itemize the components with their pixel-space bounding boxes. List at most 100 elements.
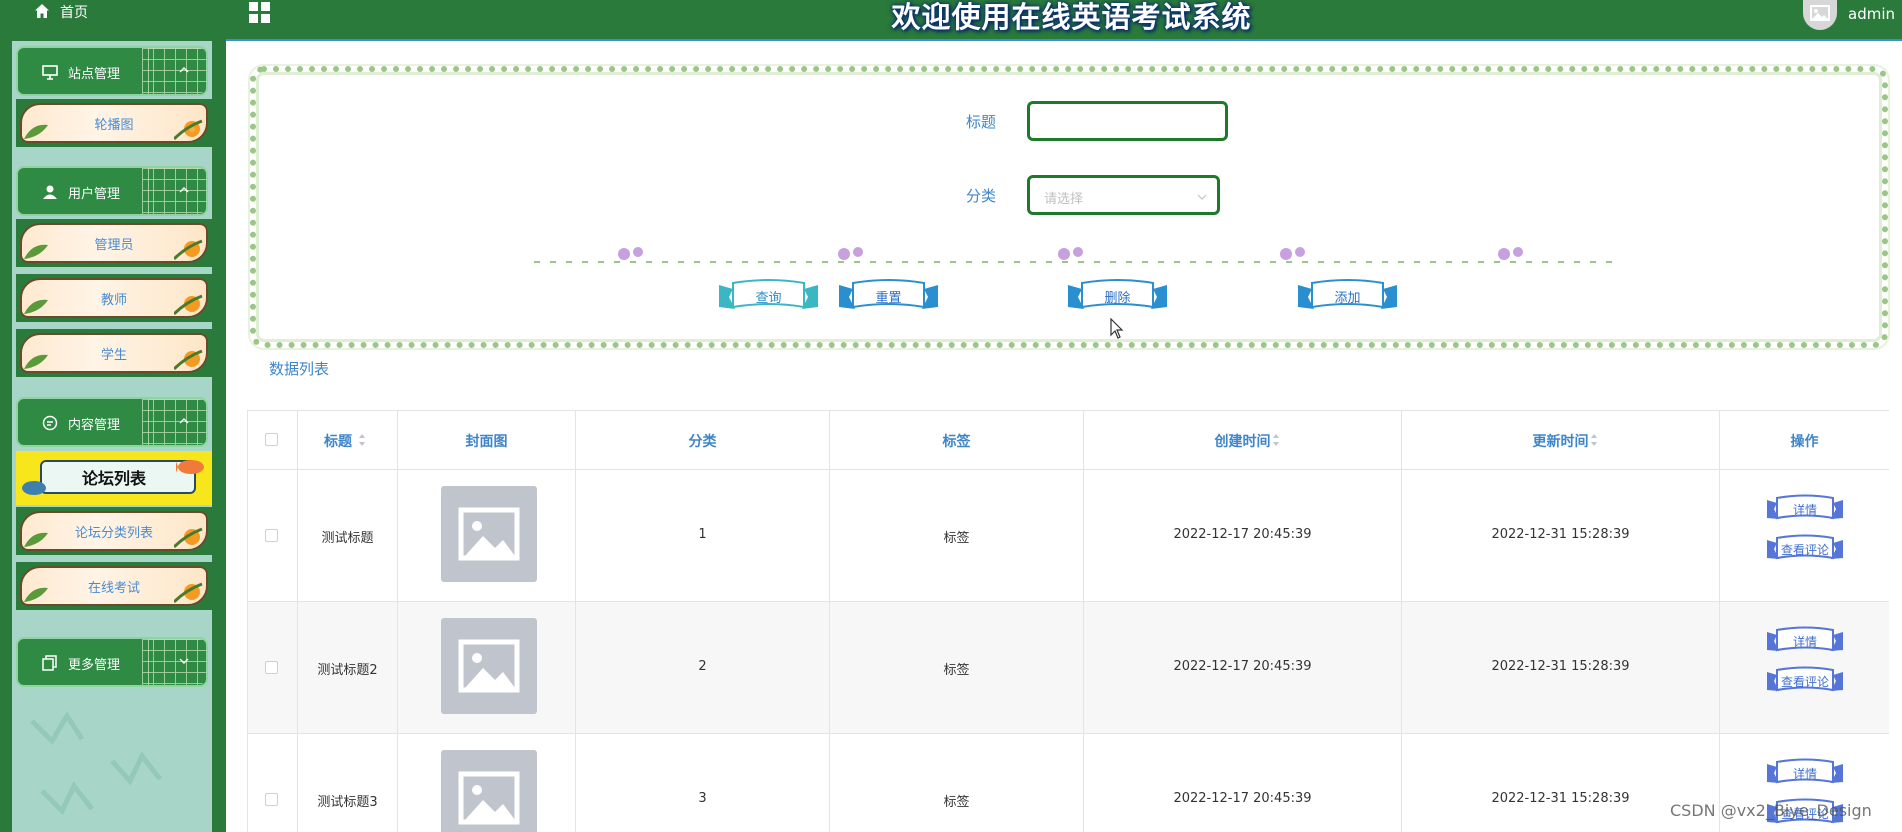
row-title: 测试标题3 bbox=[317, 795, 378, 810]
view-comments-button[interactable]: 查看评论 bbox=[1767, 666, 1843, 696]
flower-border-decoration bbox=[534, 247, 1616, 263]
table-row: 测试标题2 2 标签 2022-12-17 20:45:39 2022-12-3… bbox=[248, 602, 1889, 734]
sidebar-group-label: 内容管理 bbox=[68, 418, 121, 433]
title-search-input[interactable] bbox=[1027, 101, 1228, 141]
table-row: 测试标题 1 标签 2022-12-17 20:45:39 2022-12-31… bbox=[248, 470, 1889, 602]
tag-cell: 标签 bbox=[830, 734, 1084, 832]
updated-cell: 2022-12-31 15:28:39 bbox=[1402, 602, 1720, 734]
actions-cell: 详情 查看评论 bbox=[1720, 470, 1889, 602]
sidebar-item-forum-list[interactable]: 论坛列表 bbox=[16, 451, 212, 505]
message-icon bbox=[42, 415, 58, 431]
column-updated-label: 更新时间 bbox=[1532, 434, 1589, 450]
sidebar-group-site[interactable]: 站点管理 bbox=[16, 46, 208, 96]
top-header: 首页 欢迎使用在线英语考试系统 admin bbox=[0, 0, 1902, 41]
column-header-updated[interactable]: 更新时间 bbox=[1402, 411, 1720, 470]
cover-image[interactable] bbox=[441, 486, 537, 582]
image-placeholder-icon bbox=[458, 639, 520, 693]
sidebar-item-teacher[interactable]: 教师 bbox=[16, 274, 212, 322]
column-header-actions: 操作 bbox=[1720, 411, 1889, 470]
decorative-wave bbox=[30, 711, 162, 816]
detail-label: 详情 bbox=[1792, 635, 1817, 649]
sidebar-item-label: 学生 bbox=[100, 348, 127, 363]
view-comments-button[interactable]: 查看评论 bbox=[1767, 534, 1843, 564]
detail-button[interactable]: 详情 bbox=[1767, 494, 1843, 524]
query-label: 查询 bbox=[755, 291, 782, 306]
detail-label: 详情 bbox=[1792, 503, 1817, 517]
title-field-label: 标题 bbox=[966, 113, 997, 131]
image-placeholder-icon bbox=[458, 771, 520, 825]
sidebar-group-content[interactable]: 内容管理 bbox=[16, 397, 208, 447]
row-checkbox-cell bbox=[248, 470, 298, 602]
sidebar-item-online-exam[interactable]: 在线考试 bbox=[16, 562, 212, 610]
created-cell: 2022-12-17 20:45:39 bbox=[1084, 602, 1402, 734]
row-tag: 标签 bbox=[943, 663, 970, 678]
category-cell: 2 bbox=[576, 602, 830, 734]
table-row: 测试标题3 3 标签 2022-12-17 20:45:39 2022-12-3… bbox=[248, 734, 1889, 832]
sidebar-group-label: 用户管理 bbox=[68, 187, 121, 202]
reset-button[interactable]: 重置 bbox=[839, 277, 938, 315]
column-header-created[interactable]: 创建时间 bbox=[1084, 411, 1402, 470]
cover-cell bbox=[398, 734, 576, 832]
delete-button[interactable]: 删除 bbox=[1068, 277, 1167, 315]
row-title: 测试标题 bbox=[321, 531, 374, 546]
monitor-icon bbox=[42, 65, 58, 80]
detail-button[interactable]: 详情 bbox=[1767, 758, 1843, 788]
detail-button[interactable]: 详情 bbox=[1767, 626, 1843, 656]
reset-label: 重置 bbox=[875, 291, 902, 306]
select-all-checkbox[interactable] bbox=[265, 433, 278, 446]
cover-cell bbox=[398, 470, 576, 602]
data-list-title: 数据列表 bbox=[269, 360, 330, 378]
view-comments-label: 查看评论 bbox=[1780, 543, 1829, 557]
mouse-cursor-icon bbox=[1110, 318, 1124, 339]
cover-image[interactable] bbox=[441, 750, 537, 832]
delete-label: 删除 bbox=[1104, 291, 1131, 306]
watermark-text: CSDN @vx2_Biye_Design bbox=[1670, 801, 1872, 820]
created-cell: 2022-12-17 20:45:39 bbox=[1084, 734, 1402, 832]
created-cell: 2022-12-17 20:45:39 bbox=[1084, 470, 1402, 602]
sidebar-item-label: 在线考试 bbox=[87, 581, 140, 596]
row-checkbox[interactable] bbox=[265, 529, 278, 542]
row-checkbox[interactable] bbox=[265, 793, 278, 806]
image-placeholder-icon bbox=[458, 507, 520, 561]
column-created-label: 创建时间 bbox=[1214, 434, 1271, 450]
chevron-down-icon bbox=[179, 658, 189, 664]
row-category: 3 bbox=[698, 791, 707, 806]
category-cell: 3 bbox=[576, 734, 830, 832]
sidebar-item-label: 论坛列表 bbox=[81, 469, 146, 488]
column-cover-label: 封面图 bbox=[465, 434, 508, 450]
user-icon bbox=[43, 185, 57, 199]
sort-icon[interactable] bbox=[358, 433, 366, 447]
sidebar-group-users[interactable]: 用户管理 bbox=[16, 166, 208, 216]
chevron-up-icon bbox=[179, 187, 189, 193]
sidebar-group-label: 更多管理 bbox=[68, 658, 121, 673]
title-cell: 测试标题3 bbox=[298, 734, 398, 832]
username[interactable]: admin bbox=[1848, 5, 1895, 23]
sort-icon[interactable] bbox=[1272, 433, 1280, 447]
sidebar-item-forum-category[interactable]: 论坛分类列表 bbox=[16, 507, 212, 555]
sidebar-item-admin[interactable]: 管理员 bbox=[16, 219, 212, 267]
cover-image[interactable] bbox=[441, 618, 537, 714]
add-button[interactable]: 添加 bbox=[1298, 277, 1397, 315]
row-category: 1 bbox=[698, 527, 707, 542]
sidebar-item-label: 教师 bbox=[100, 293, 127, 308]
add-label: 添加 bbox=[1334, 291, 1361, 306]
detail-label: 详情 bbox=[1792, 767, 1817, 781]
row-checkbox-cell bbox=[248, 734, 298, 832]
category-select[interactable]: 请选择 bbox=[1027, 175, 1220, 215]
column-header-title[interactable]: 标题 bbox=[298, 411, 398, 470]
title-cell: 测试标题 bbox=[298, 470, 398, 602]
column-tag-label: 标签 bbox=[942, 434, 971, 450]
query-button[interactable]: 查询 bbox=[719, 277, 818, 315]
sidebar-item-carousel[interactable]: 轮播图 bbox=[16, 99, 212, 147]
row-created: 2022-12-17 20:45:39 bbox=[1173, 527, 1312, 542]
actions-cell: 详情 查看评论 bbox=[1720, 602, 1889, 734]
tag-cell: 标签 bbox=[830, 602, 1084, 734]
row-checkbox[interactable] bbox=[265, 661, 278, 674]
sidebar-group-more[interactable]: 更多管理 bbox=[16, 637, 208, 687]
sidebar-item-student[interactable]: 学生 bbox=[16, 329, 212, 377]
category-field-label: 分类 bbox=[966, 187, 997, 205]
sort-icon[interactable] bbox=[1590, 433, 1598, 447]
row-created: 2022-12-17 20:45:39 bbox=[1173, 791, 1312, 806]
sidebar-group-label: 站点管理 bbox=[68, 67, 121, 82]
sidebar: 站点管理 轮播图 用户管理 管理员 教师 学生 内容管理 论坛列表 论坛分类列表… bbox=[0, 41, 226, 832]
